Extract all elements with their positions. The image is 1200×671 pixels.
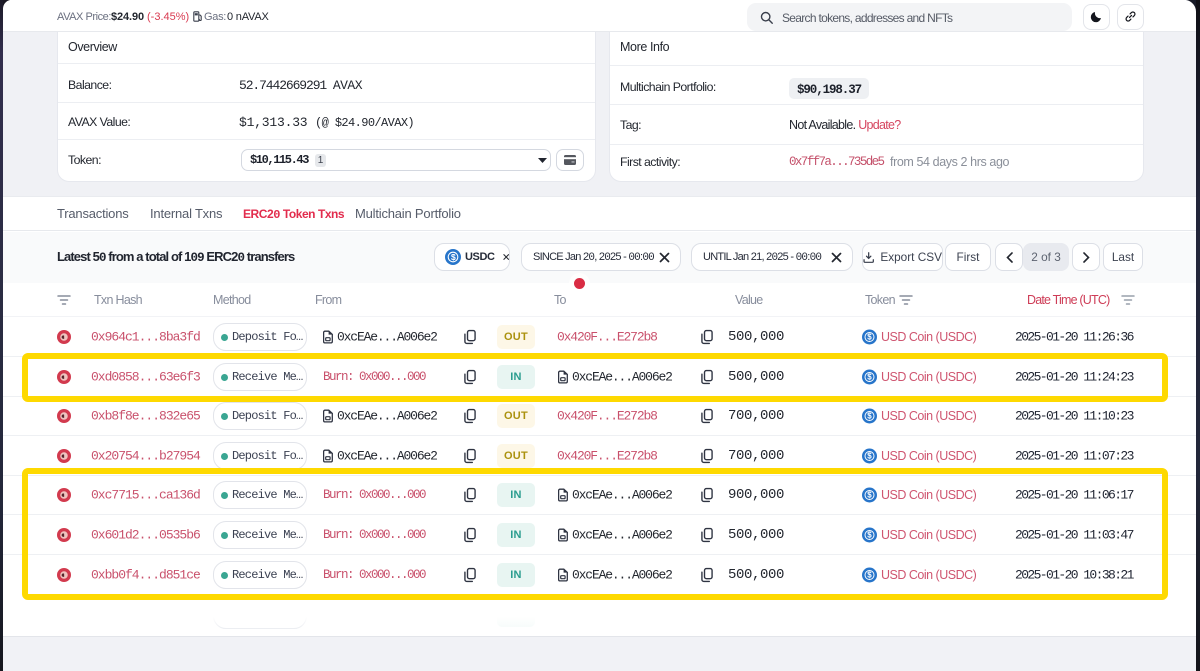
svg-text:$: $ — [867, 411, 872, 420]
svg-text:$: $ — [867, 451, 872, 460]
svg-text:$: $ — [867, 332, 872, 341]
